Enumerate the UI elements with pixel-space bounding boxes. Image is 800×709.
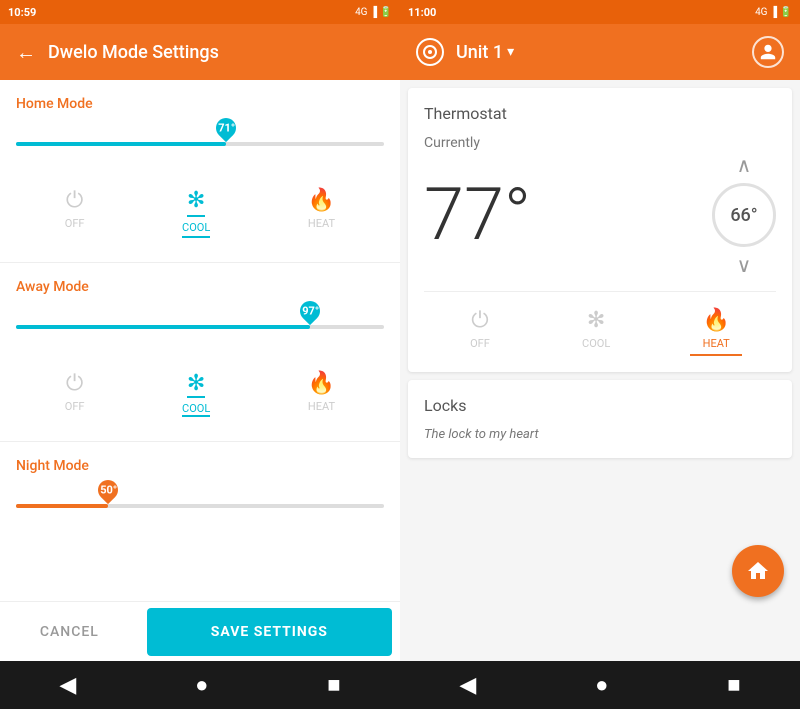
unit-selector[interactable]: Unit 1 ▾	[456, 42, 514, 63]
nav-home-left[interactable]: ●	[187, 664, 216, 706]
temp-control: ∧ 66° ∨	[712, 155, 776, 275]
thermo-heat-button[interactable]: 🔥 HEAT	[690, 304, 741, 356]
home-off-icon: ⏻	[66, 188, 83, 213]
home-mode-controls: ⏻ OFF ✻ COOL 🔥 HEAT	[16, 180, 384, 246]
nav-back-left[interactable]: ◀	[51, 665, 84, 706]
thermo-off-button[interactable]: ⏻ OFF	[458, 304, 502, 356]
away-cool-icon: ✻	[187, 371, 205, 398]
cancel-button[interactable]: CANCEL	[0, 608, 139, 656]
current-temperature: 77°	[424, 179, 531, 251]
home-slider-track[interactable]: 71°	[16, 142, 384, 146]
home-slider-thumb[interactable]: 71°	[212, 114, 240, 142]
home-cool-icon: ✻	[187, 188, 205, 217]
thermo-off-label: OFF	[470, 337, 490, 350]
save-settings-button[interactable]: SAVE SETTINGS	[147, 608, 392, 656]
left-panel-title: Dwelo Mode Settings	[48, 42, 219, 63]
home-heat-icon: 🔥	[308, 188, 335, 213]
temp-up-button[interactable]: ∧	[737, 155, 752, 175]
away-mode-section: Away Mode 97° ⏻ OFF ✻	[16, 263, 384, 441]
away-cool-button[interactable]: ✻ COOL	[166, 363, 226, 425]
home-mode-section: Home Mode 71° ⏻ OFF ✻	[16, 80, 384, 262]
status-time-left: 10:59	[8, 6, 36, 19]
unit-label: Unit 1	[456, 42, 503, 63]
currently-label: Currently	[424, 135, 776, 151]
thermo-heat-label: HEAT	[703, 337, 730, 350]
home-mode-label: Home Mode	[16, 96, 384, 112]
away-heat-button[interactable]: 🔥 HEAT	[292, 363, 351, 425]
away-slider-thumb[interactable]: 97°	[296, 297, 324, 325]
temp-down-button[interactable]: ∨	[737, 255, 752, 275]
home-fab-button[interactable]	[732, 545, 784, 597]
nav-back-right[interactable]: ◀	[451, 665, 484, 706]
night-temp-value: 50°	[100, 484, 117, 497]
home-off-button[interactable]: ⏻ OFF	[49, 180, 101, 246]
thermo-cool-button[interactable]: ✻ COOL	[570, 304, 622, 356]
right-nav: ◀ ● ■	[400, 664, 800, 706]
status-icons-left: 4G ▐ 🔋	[355, 7, 392, 18]
away-heat-label: HEAT	[308, 400, 335, 413]
unit-dropdown-arrow: ▾	[507, 44, 514, 60]
night-slider-track[interactable]: 50°	[16, 504, 384, 508]
home-slider-fill	[16, 142, 226, 146]
home-off-label: OFF	[65, 217, 85, 230]
home-slider-container: 71°	[16, 124, 384, 164]
set-temperature: 66°	[712, 183, 776, 247]
home-temp-value: 71°	[217, 122, 234, 135]
away-mode-controls: ⏻ OFF ✻ COOL 🔥 HEAT	[16, 363, 384, 425]
nav-recents-left[interactable]: ■	[319, 664, 348, 706]
home-cool-button[interactable]: ✻ COOL	[166, 180, 226, 246]
right-header: Unit 1 ▾	[400, 24, 800, 80]
back-button[interactable]: ←	[16, 40, 36, 65]
away-off-label: OFF	[65, 400, 85, 413]
night-slider-thumb[interactable]: 50°	[94, 476, 122, 504]
away-off-button[interactable]: ⏻ OFF	[49, 363, 101, 425]
thermostat-card: Thermostat Currently 77° ∧ 66° ∨ ⏻ OFF	[408, 88, 792, 372]
away-cool-label: COOL	[182, 402, 210, 417]
left-nav: ◀ ● ■	[0, 664, 400, 706]
thermostat-display: 77° ∧ 66° ∨	[424, 155, 776, 275]
left-header: ← Dwelo Mode Settings	[0, 24, 400, 80]
thermostat-controls: ⏻ OFF ✻ COOL 🔥 HEAT	[424, 291, 776, 356]
lock-subtext: The lock to my heart	[424, 427, 776, 442]
status-icons-right: 4G ▐ 🔋	[755, 7, 792, 18]
locks-card: Locks The lock to my heart	[408, 380, 792, 458]
away-slider-track[interactable]: 97°	[16, 325, 384, 329]
locks-title: Locks	[424, 396, 776, 415]
home-cool-label: COOL	[182, 221, 210, 238]
away-temp-value: 97°	[302, 305, 319, 318]
profile-button[interactable]	[752, 36, 784, 68]
dwelo-logo	[416, 38, 444, 66]
thermo-cool-icon: ✻	[587, 308, 605, 333]
away-slider-container: 97°	[16, 307, 384, 347]
away-mode-label: Away Mode	[16, 279, 384, 295]
status-time-right: 11:00	[408, 6, 436, 19]
thermo-off-icon: ⏻	[471, 308, 488, 333]
night-mode-section: Night Mode 50°	[16, 442, 384, 550]
away-heat-icon: 🔥	[308, 371, 335, 396]
night-slider-container: 50°	[16, 486, 384, 526]
away-slider-fill	[16, 325, 310, 329]
night-mode-label: Night Mode	[16, 458, 384, 474]
night-slider-fill	[16, 504, 108, 508]
home-heat-label: HEAT	[308, 217, 335, 230]
nav-recents-right[interactable]: ■	[719, 664, 748, 706]
thermostat-title: Thermostat	[424, 104, 776, 123]
nav-bar: ◀ ● ■ ◀ ● ■	[0, 661, 800, 709]
away-off-icon: ⏻	[66, 371, 83, 396]
nav-home-right[interactable]: ●	[587, 664, 616, 706]
home-heat-button[interactable]: 🔥 HEAT	[292, 180, 351, 246]
left-footer: CANCEL SAVE SETTINGS	[0, 601, 400, 661]
thermo-cool-label: COOL	[582, 337, 610, 350]
thermo-heat-icon: 🔥	[702, 308, 729, 333]
